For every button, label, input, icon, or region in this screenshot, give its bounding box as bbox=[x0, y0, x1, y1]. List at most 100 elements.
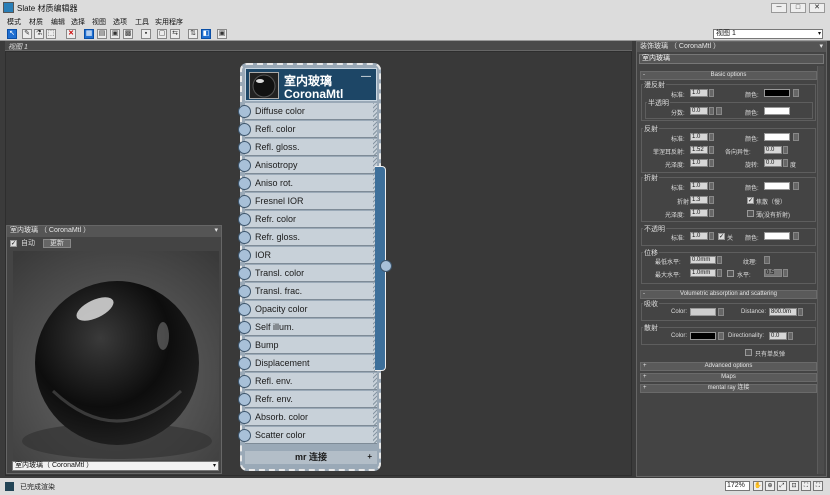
zoom-icon[interactable]: ⊕ bbox=[765, 481, 775, 491]
node-slot[interactable]: Absorb. color bbox=[238, 409, 377, 426]
hide-unused-icon[interactable]: ▤ bbox=[97, 29, 107, 39]
spinner[interactable] bbox=[709, 232, 714, 240]
node-slot[interactable]: Aniso rot. bbox=[238, 175, 377, 192]
diffuse-color-swatch[interactable] bbox=[764, 89, 790, 97]
layout-icon[interactable]: ▪ bbox=[141, 29, 151, 39]
node-footer[interactable]: mr 连接 + bbox=[245, 451, 377, 464]
show-background-icon[interactable]: ▩ bbox=[123, 29, 133, 39]
node-slot[interactable]: Transl. frac. bbox=[238, 283, 377, 300]
select-by-material-icon[interactable]: ▣ bbox=[217, 29, 227, 39]
map-button[interactable] bbox=[793, 89, 799, 97]
absorption-color-swatch[interactable] bbox=[690, 308, 716, 316]
select-tool-icon[interactable]: ↖ bbox=[7, 29, 17, 39]
input-socket[interactable] bbox=[238, 105, 251, 118]
input-socket[interactable] bbox=[238, 249, 251, 262]
diffuse-level-input[interactable]: 1.0 bbox=[690, 89, 708, 97]
layout-children-icon[interactable]: ▢ bbox=[157, 29, 167, 39]
menu-options[interactable]: 选项 bbox=[113, 17, 127, 27]
reflection-color-swatch[interactable] bbox=[764, 133, 790, 141]
input-socket[interactable] bbox=[238, 141, 251, 154]
pick-material-icon[interactable]: ✎ bbox=[22, 29, 32, 39]
move-children-icon[interactable]: ▦ bbox=[84, 29, 94, 39]
input-socket[interactable] bbox=[238, 123, 251, 136]
auto-checkbox[interactable]: ✓ bbox=[10, 240, 17, 247]
zoom-selected-icon[interactable]: ⛶ bbox=[801, 481, 811, 491]
water-level-checkbox[interactable] bbox=[727, 270, 734, 277]
refr-level-input[interactable]: 1.0 bbox=[690, 182, 708, 190]
delete-icon[interactable]: ✕ bbox=[66, 29, 76, 39]
spinner[interactable] bbox=[709, 209, 714, 217]
input-socket[interactable] bbox=[238, 375, 251, 388]
map-button[interactable] bbox=[718, 308, 724, 316]
zoom-level[interactable]: 172% bbox=[725, 481, 750, 491]
spinner[interactable] bbox=[788, 332, 793, 340]
material-node[interactable]: 室内玻璃 CoronaMtl — Diffuse color Refl. colo… bbox=[238, 63, 381, 471]
node-slot[interactable]: Diffuse color bbox=[238, 103, 377, 120]
fraction-input[interactable]: 0.0 bbox=[690, 107, 708, 115]
put-material-icon[interactable]: ⚗ bbox=[34, 29, 44, 39]
close-button[interactable]: ✕ bbox=[809, 3, 825, 13]
rollout-advanced[interactable]: + Advanced options bbox=[640, 362, 817, 371]
node-slot[interactable]: Displacement bbox=[238, 355, 377, 372]
node-slot[interactable]: Refl. color bbox=[238, 121, 377, 138]
maximize-button[interactable]: □ bbox=[790, 3, 806, 13]
minimize-button[interactable]: ─ bbox=[771, 3, 787, 13]
node-slot[interactable]: Transl. color bbox=[238, 265, 377, 282]
menu-mode[interactable]: 模式 bbox=[7, 17, 21, 27]
node-slot[interactable]: Opacity color bbox=[238, 301, 377, 318]
spinner[interactable] bbox=[798, 308, 803, 316]
spinner[interactable] bbox=[783, 146, 788, 154]
update-button[interactable]: 更新 bbox=[42, 239, 71, 248]
map-button[interactable] bbox=[793, 182, 799, 190]
view-selector[interactable]: 视图 1 ▾ bbox=[713, 29, 823, 39]
refl-gloss-input[interactable]: 1.0 bbox=[690, 159, 708, 167]
input-socket[interactable] bbox=[238, 411, 251, 424]
show-map-icon[interactable]: ▣ bbox=[110, 29, 120, 39]
menu-tools[interactable]: 工具 bbox=[135, 17, 149, 27]
spinner[interactable] bbox=[709, 146, 714, 154]
parameter-menu-icon[interactable]: ▾ bbox=[819, 42, 823, 52]
spinner[interactable] bbox=[709, 182, 714, 190]
spinner[interactable] bbox=[709, 89, 714, 97]
refl-level-input[interactable]: 1.0 bbox=[690, 133, 708, 141]
opacity-off-checkbox[interactable]: ✓ bbox=[718, 233, 725, 240]
menu-material[interactable]: 材质 bbox=[29, 17, 43, 27]
node-slot[interactable]: Refl. env. bbox=[238, 373, 377, 390]
node-slot[interactable]: Refr. color bbox=[238, 211, 377, 228]
input-socket[interactable] bbox=[238, 429, 251, 442]
input-socket[interactable] bbox=[238, 267, 251, 280]
output-socket[interactable] bbox=[380, 260, 392, 272]
pan-icon[interactable]: ✋ bbox=[753, 481, 763, 491]
spinner[interactable] bbox=[709, 107, 714, 115]
refr-gloss-input[interactable]: 1.0 bbox=[690, 209, 708, 217]
spinner[interactable] bbox=[709, 133, 714, 141]
map-button[interactable] bbox=[718, 332, 724, 340]
input-socket[interactable] bbox=[238, 393, 251, 406]
node-header[interactable]: 室内玻璃 CoronaMtl — bbox=[245, 68, 377, 101]
input-socket[interactable] bbox=[238, 339, 251, 352]
water-level-input[interactable]: 0.5 bbox=[764, 269, 782, 277]
parameter-editor-icon[interactable]: ◧ bbox=[201, 29, 211, 39]
fit-icon[interactable]: ⛶ bbox=[813, 481, 823, 491]
thin-checkbox[interactable] bbox=[747, 210, 754, 217]
refraction-color-swatch[interactable] bbox=[764, 182, 790, 190]
menu-select[interactable]: 选择 bbox=[71, 17, 85, 27]
min-level-input[interactable]: 0.0mm bbox=[690, 256, 716, 264]
ior-input[interactable]: 1.3 bbox=[690, 196, 708, 204]
input-socket[interactable] bbox=[238, 159, 251, 172]
rollout-mental-ray[interactable]: + mental ray 连接 bbox=[640, 384, 817, 393]
node-slot[interactable]: Bump bbox=[238, 337, 377, 354]
input-socket[interactable] bbox=[238, 285, 251, 298]
spinner[interactable] bbox=[709, 196, 714, 204]
spinner[interactable] bbox=[717, 256, 722, 264]
node-slot[interactable]: Anisotropy bbox=[238, 157, 377, 174]
spinner[interactable] bbox=[709, 159, 714, 167]
input-socket[interactable] bbox=[238, 303, 251, 316]
material-map-browser-icon[interactable]: ⇅ bbox=[188, 29, 198, 39]
transl-color-swatch[interactable] bbox=[764, 107, 790, 115]
rollout-basic-options[interactable]: - Basic options bbox=[640, 71, 817, 80]
zoom-region-icon[interactable]: ⤢ bbox=[777, 481, 787, 491]
opacity-color-swatch[interactable] bbox=[764, 232, 790, 240]
opacity-level-input[interactable]: 1.0 bbox=[690, 232, 708, 240]
spinner[interactable] bbox=[783, 269, 788, 277]
